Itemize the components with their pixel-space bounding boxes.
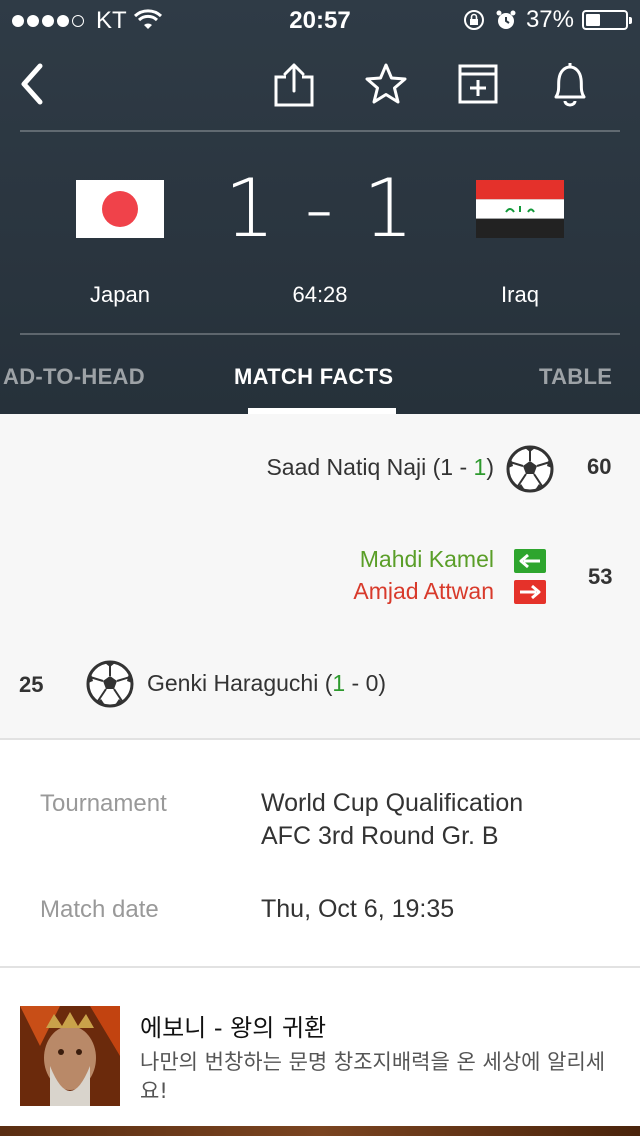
- ad-description: 나만의 번창하는 문명 창조지배력을 온 세상에 알리세요!: [140, 1050, 606, 1103]
- toolbar: [0, 52, 640, 116]
- tournament-value[interactable]: World Cup Qualification AFC 3rd Round Gr…: [261, 787, 523, 853]
- status-right: 37%: [462, 6, 632, 34]
- tab-match-facts[interactable]: MATCH FACTS: [234, 364, 393, 390]
- ad-bottom-strip: [0, 1126, 640, 1136]
- battery-percent: 37%: [525, 6, 574, 33]
- tournament-label: Tournament: [40, 790, 167, 817]
- calendar-add-icon: [458, 64, 498, 104]
- sub-player-out[interactable]: Amjad Attwan: [353, 578, 494, 605]
- match-date-label: Match date: [40, 896, 159, 923]
- share-button[interactable]: [270, 60, 318, 108]
- goal-event-away[interactable]: Saad Natiq Naji (1 - 1): [266, 454, 494, 481]
- ad-banner[interactable]: 에보니 - 왕의 귀환 나만의 번창하는 문명 창조지배력을 온 세상에 알리세…: [0, 968, 640, 1136]
- header-divider: [20, 130, 620, 132]
- match-events: Saad Natiq Naji (1 - 1) 60 Mahdi Kamel A…: [0, 414, 640, 738]
- tab-bar: AD-TO-HEAD MATCH FACTS TABLE: [0, 360, 640, 414]
- tab-head-to-head[interactable]: AD-TO-HEAD: [3, 364, 145, 390]
- event-minute: 53: [588, 564, 613, 589]
- status-bar: KT 20:57 37%: [0, 0, 640, 40]
- notifications-button[interactable]: [546, 60, 594, 108]
- rotation-lock-icon: [463, 10, 484, 30]
- sub-out-arrow-icon: [514, 580, 546, 604]
- event-minute: 25: [19, 672, 44, 697]
- match-header: KT 20:57 37% 1 - 1 Japan 64:28 Iraq AD-T…: [0, 0, 640, 414]
- goal-event-home[interactable]: Genki Haraguchi (1 - 0): [147, 670, 386, 697]
- sub-player-in[interactable]: Mahdi Kamel: [360, 546, 494, 573]
- ad-image[interactable]: [20, 1006, 120, 1106]
- share-icon: [274, 63, 314, 107]
- goal-ball-icon: [506, 445, 554, 493]
- tournament-name: World Cup Qualification: [261, 789, 524, 817]
- bell-icon: [554, 63, 586, 107]
- back-arrow-icon: [21, 63, 43, 105]
- away-team-name[interactable]: Iraq: [420, 282, 620, 308]
- goal-score: (1 - 1): [432, 454, 494, 480]
- goal-ball-icon: [86, 660, 134, 708]
- add-to-calendar-button[interactable]: [454, 60, 502, 108]
- star-icon: [365, 63, 407, 104]
- iraq-flag-icon: [476, 180, 564, 238]
- alarm-icon: [496, 10, 516, 29]
- match-info: Tournament World Cup Qualification AFC 3…: [0, 740, 640, 966]
- favorite-button[interactable]: [362, 60, 410, 108]
- battery-icon: [582, 10, 632, 30]
- tab-table[interactable]: TABLE: [539, 364, 612, 390]
- scorer-name: Genki Haraguchi: [147, 670, 319, 696]
- back-button[interactable]: [8, 60, 56, 108]
- battery-level: [586, 14, 601, 26]
- sub-in-arrow-icon: [514, 549, 546, 573]
- event-minute: 60: [587, 454, 612, 479]
- match-date-value: Thu, Oct 6, 19:35: [261, 895, 455, 923]
- ad-title[interactable]: 에보니 - 왕의 귀환: [140, 1008, 326, 1043]
- scorer-name: Saad Natiq Naji: [266, 454, 427, 480]
- tournament-round: AFC 3rd Round Gr. B: [261, 822, 499, 850]
- tabs-divider: [20, 333, 620, 335]
- goal-score: (1 - 0): [324, 670, 387, 696]
